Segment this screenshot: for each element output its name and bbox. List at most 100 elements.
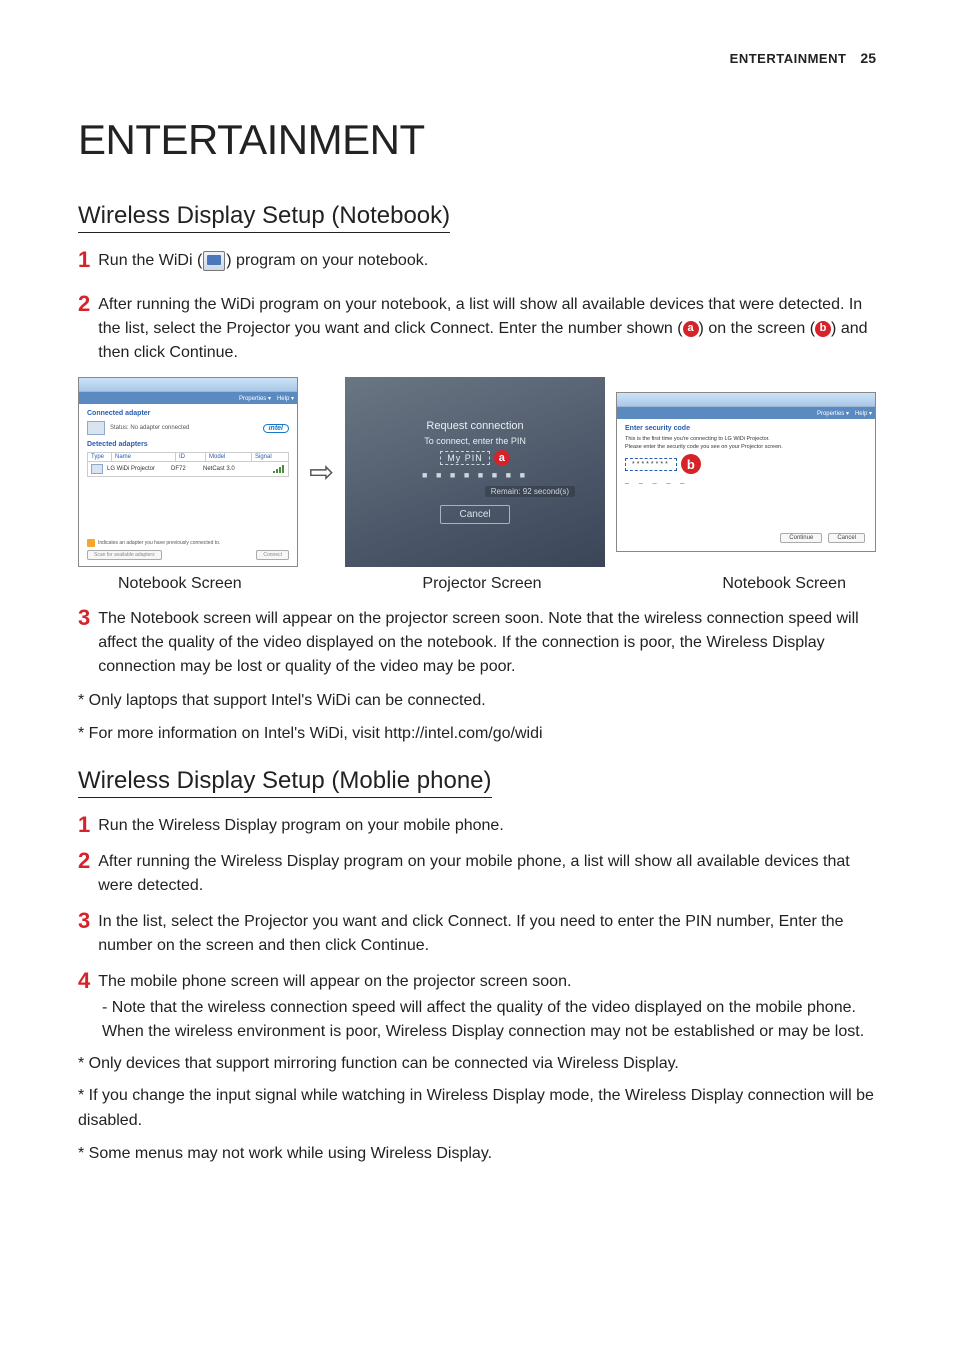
signal-bars-icon — [273, 465, 285, 473]
pin-placeholder: ■ ■ ■ ■ ■ ■ ■ ■ — [375, 470, 575, 480]
device-icon — [87, 421, 105, 435]
step-number: 1 — [78, 812, 90, 837]
page-number: 25 — [860, 50, 876, 66]
caption-right: Notebook Screen — [722, 575, 846, 593]
warn-text: Indicates an adapter you have previously… — [98, 540, 220, 546]
section1-title: Wireless Display Setup (Notebook) — [78, 202, 450, 233]
footnote-menus: * Some menus may not work while using Wi… — [78, 1142, 876, 1167]
step-number: 3 — [78, 908, 90, 933]
enter-security-code-title: Enter security code — [625, 425, 867, 432]
footnote-mirroring: * Only devices that support mirroring fu… — [78, 1052, 876, 1077]
connect-instruction: To connect, enter the PIN — [375, 436, 575, 446]
step-text: After running the Wireless Display progr… — [98, 848, 876, 898]
label-a-icon: a — [683, 321, 699, 337]
window-title-bar — [79, 378, 297, 392]
header-section-title: ENTERTAINMENT — [730, 51, 847, 66]
step-3: 3 In the list, select the Projector you … — [78, 908, 876, 958]
table-row[interactable]: LG WiDi Projector DF72 NetCast 3.0 — [88, 462, 288, 476]
th-type: Type — [88, 453, 112, 461]
detected-adapters-label: Detected adapters — [87, 441, 289, 448]
label-a-icon: a — [494, 450, 510, 466]
step-2: 2 After running the Wireless Display pro… — [78, 848, 876, 898]
footnote-widi-support: * Only laptops that support Intel's WiDi… — [78, 689, 876, 714]
connect-button[interactable]: Connect — [256, 550, 289, 560]
th-model: Model — [206, 453, 252, 461]
th-name: Name — [112, 453, 176, 461]
screen-captions: Notebook Screen Projector Screen Noteboo… — [78, 575, 876, 593]
table-header: Type Name ID Model Signal — [88, 453, 288, 462]
status-text: Status: No adapter connected — [110, 425, 189, 431]
row-name: LG WiDi Projector — [107, 466, 167, 472]
security-line-2: Please enter the security code you see o… — [625, 444, 867, 450]
menu-help[interactable]: Help ▾ — [855, 410, 872, 417]
section-notebook: Wireless Display Setup (Notebook) 1 Run … — [78, 202, 876, 747]
step-1: 1 Run the WiDi () program on your notebo… — [78, 247, 876, 273]
notebook-panel-right: Properties ▾ Help ▾ Enter security code … — [616, 392, 876, 552]
scan-button[interactable]: Scan for available adapters — [87, 550, 162, 560]
step-3: 3 The Notebook screen will appear on the… — [78, 605, 876, 679]
request-connection-title: Request connection — [375, 420, 575, 432]
caption-mid: Projector Screen — [422, 575, 541, 593]
security-line-1: This is the first time you're connecting… — [625, 436, 867, 442]
pin-label: My PIN — [440, 451, 490, 465]
step-number: 3 — [78, 605, 90, 630]
th-signal: Signal — [252, 453, 288, 461]
notebook-panel-left: Properties ▾ Help ▾ Connected adapter St… — [78, 377, 298, 567]
menu-properties[interactable]: Properties ▾ — [239, 395, 271, 402]
widi-icon — [203, 251, 225, 271]
label-b-icon: b — [681, 454, 701, 474]
step-1-text: Run the WiDi ( ) program on your notebook… — [98, 247, 876, 273]
status-row: Status: No adapter connected intel — [87, 421, 289, 435]
panel-footer: Indicates an adapter you have previously… — [87, 539, 289, 560]
device-icon — [91, 464, 103, 474]
label-b-icon: b — [815, 321, 831, 337]
code-row: ******** b — [625, 454, 867, 474]
cancel-button[interactable]: Cancel — [828, 533, 865, 543]
step-number: 2 — [78, 291, 90, 316]
section-mobile: Wireless Display Setup (Moblie phone) 1 … — [78, 767, 876, 1167]
footnote-widi-link: * For more information on Intel's WiDi, … — [78, 722, 876, 747]
step-4: 4 The mobile phone screen will appear on… — [78, 968, 876, 994]
row-model: NetCast 3.0 — [203, 466, 247, 472]
arrow-right-icon: ⇨ — [309, 455, 334, 490]
step2-b: ) on the screen ( — [699, 320, 816, 337]
pin-row: My PIN a — [375, 450, 575, 466]
caption-left: Notebook Screen — [118, 575, 242, 593]
window-menu: Properties ▾ Help ▾ — [79, 392, 297, 404]
step1-pre: Run the WiDi ( — [98, 252, 202, 269]
step1-post: ) program on your notebook. — [226, 252, 428, 269]
th-id: ID — [176, 453, 206, 461]
step-text: In the list, select the Projector you wa… — [98, 908, 876, 958]
step-text: The mobile phone screen will appear on t… — [98, 968, 876, 994]
security-code-input[interactable]: ******** — [625, 458, 677, 471]
window-menu: Properties ▾ Help ▾ — [617, 407, 875, 419]
previous-connection-note: Indicates an adapter you have previously… — [87, 539, 289, 547]
step-2: 2 After running the WiDi program on your… — [78, 291, 876, 365]
code-dashes: _ _ _ _ _ — [625, 477, 867, 484]
screens-row: Properties ▾ Help ▾ Connected adapter St… — [78, 377, 876, 567]
remain-timer: Remain: 92 second(s) — [485, 486, 575, 497]
step-number: 2 — [78, 848, 90, 873]
adapters-table: Type Name ID Model Signal LG WiDi Projec… — [87, 452, 289, 477]
menu-properties[interactable]: Properties ▾ — [817, 410, 849, 417]
step-1: 1 Run the Wireless Display program on yo… — [78, 812, 876, 838]
projector-screen: Request connection To connect, enter the… — [345, 377, 605, 567]
cancel-button[interactable]: Cancel — [440, 505, 509, 524]
main-title: ENTERTAINMENT — [78, 116, 876, 164]
intel-logo: intel — [263, 424, 289, 433]
step-text: Run the Wireless Display program on your… — [98, 812, 876, 838]
step-3-text: The Notebook screen will appear on the p… — [98, 605, 876, 679]
menu-help[interactable]: Help ▾ — [277, 395, 294, 402]
step-2-text: After running the WiDi program on your n… — [98, 291, 876, 365]
projector-dialog: Request connection To connect, enter the… — [375, 420, 575, 524]
panel-footer: Continue Cancel — [780, 533, 865, 543]
connected-adapter-label: Connected adapter — [87, 410, 289, 417]
step-number: 4 — [78, 968, 90, 993]
footnote-input-signal: * If you change the input signal while w… — [78, 1084, 876, 1134]
row-id: DF72 — [171, 466, 199, 472]
panel-body: Connected adapter Status: No adapter con… — [79, 404, 297, 483]
warning-icon — [87, 539, 95, 547]
section2-title: Wireless Display Setup (Moblie phone) — [78, 767, 492, 798]
continue-button[interactable]: Continue — [780, 533, 822, 543]
page-header: ENTERTAINMENT 25 — [78, 50, 876, 66]
